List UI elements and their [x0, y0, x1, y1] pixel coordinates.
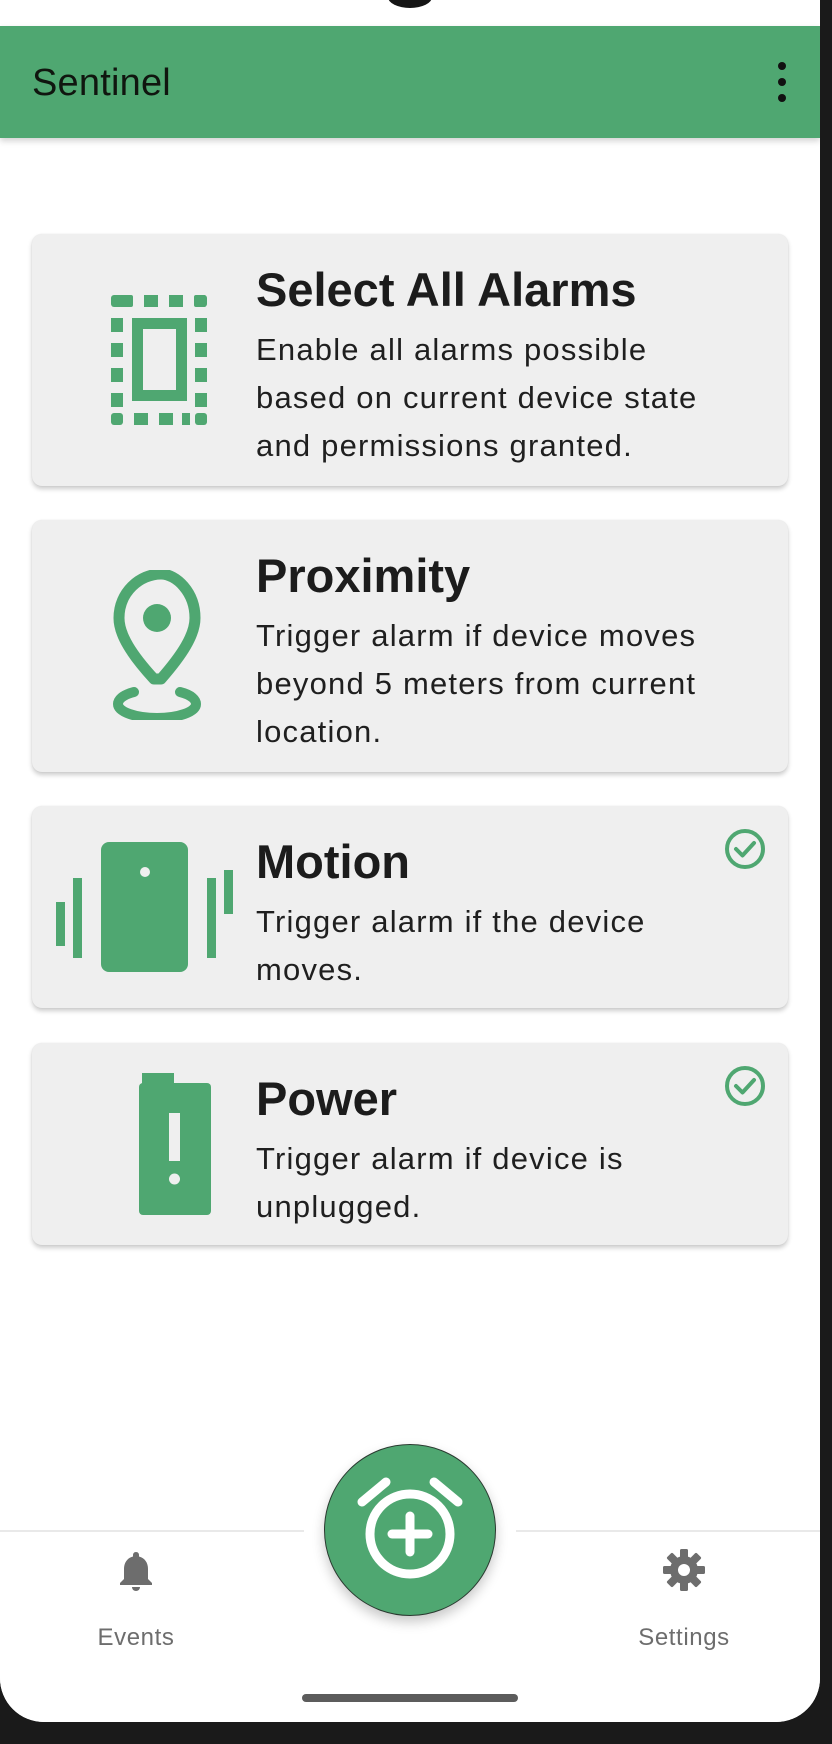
check-circle-icon [724, 828, 766, 870]
alarm-description: Trigger alarm if device is unplugged. [256, 1141, 624, 1224]
nav-label-events: Events [97, 1624, 175, 1651]
alarm-card-motion[interactable]: Motion Trigger alarm if the device moves… [32, 806, 788, 1008]
app-bar: Sentinel [0, 26, 820, 138]
battery-alert-icon [72, 1073, 242, 1217]
app-title: Sentinel [32, 62, 171, 104]
nav-item-settings[interactable]: Settings [604, 1532, 764, 1682]
alarm-description: Enable all alarms possible based on curr… [256, 332, 698, 463]
app-screen: Sentinel Select All Alarms Enable all al… [0, 0, 820, 1722]
alarm-add-icon [357, 1477, 463, 1579]
vibration-icon [56, 842, 233, 974]
location-pin-icon [72, 568, 242, 724]
alarm-title: Motion [256, 835, 410, 888]
gear-icon [662, 1548, 706, 1592]
status-bar [0, 0, 820, 26]
alarm-card-proximity[interactable]: Proximity Trigger alarm if device moves … [32, 520, 788, 772]
nav-item-events[interactable]: Events [56, 1532, 216, 1682]
alarm-description: Trigger alarm if device moves beyond 5 m… [256, 618, 697, 749]
nav-label-settings: Settings [638, 1624, 730, 1651]
alarm-title: Proximity [256, 549, 471, 602]
bell-icon [114, 1548, 158, 1592]
alarm-description: Trigger alarm if the device moves. [256, 904, 646, 987]
alarm-card-power[interactable]: Power Trigger alarm if device is unplugg… [32, 1043, 788, 1245]
more-vert-icon[interactable] [770, 62, 794, 102]
alarm-card-select-all[interactable]: Select All Alarms Enable all alarms poss… [32, 234, 788, 486]
camera-cutout [388, 0, 432, 8]
add-alarm-fab[interactable] [324, 1444, 496, 1616]
home-indicator [302, 1694, 518, 1702]
alarm-title: Select All Alarms [256, 263, 637, 316]
select-all-icon [72, 294, 242, 426]
alarm-title: Power [256, 1072, 398, 1125]
check-circle-icon [724, 1065, 766, 1107]
